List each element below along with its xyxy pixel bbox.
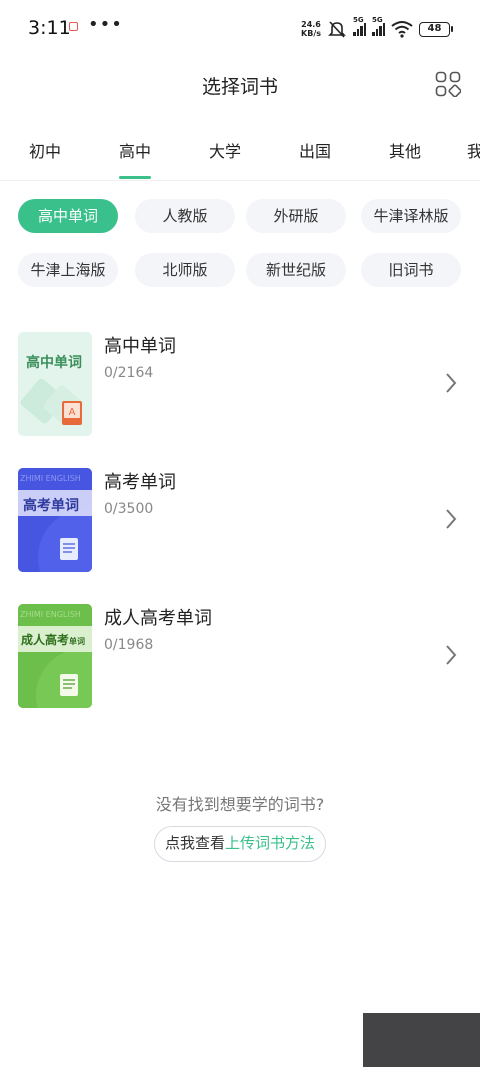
- svg-text:A: A: [69, 407, 76, 418]
- book-name: 高考单词: [104, 472, 176, 493]
- book-progress: 0/2164: [104, 365, 154, 381]
- chevron-right-icon: [446, 645, 457, 665]
- cover-art: A: [20, 378, 83, 425]
- tab-mine[interactable]: 我: [467, 138, 480, 162]
- chip-oxford-yilin-edition[interactable]: 牛津译林版: [361, 199, 461, 233]
- not-found-text: 没有找到想要学的词书?: [155, 795, 325, 814]
- chip-fltrp-edition[interactable]: 外研版: [246, 199, 346, 233]
- screen-overlay: [363, 1013, 480, 1067]
- book-item[interactable]: ZHIMI ENGLISH 高考单词 高考单词 0/3500: [0, 468, 480, 574]
- tab-abroad[interactable]: 出国: [299, 138, 331, 162]
- chip-bnu-edition[interactable]: 北师版: [135, 253, 235, 287]
- book-cover: ZHIMI ENGLISH 高考单词: [18, 468, 92, 572]
- status-time: 3:11: [28, 17, 71, 39]
- chip-pep-edition[interactable]: 人教版: [135, 199, 235, 233]
- upload-prefix: 点我查看: [164, 834, 225, 852]
- sim1-label: 5G: [353, 16, 364, 24]
- book-cover: ZHIMI ENGLISH 成人高考单词: [18, 604, 92, 708]
- cover-watermark: ZHIMI ENGLISH: [20, 474, 81, 483]
- notification-icon: [69, 22, 78, 31]
- book-cover: A 高中单词: [18, 332, 92, 436]
- tab-junior-high[interactable]: 初中: [29, 138, 61, 162]
- chip-old-wordbooks[interactable]: 旧词书: [361, 253, 461, 287]
- book-name: 高中单词: [104, 336, 176, 357]
- book-item[interactable]: A 高中单词 高中单词 0/2164: [0, 332, 480, 438]
- cover-title: 高考单词: [23, 498, 79, 514]
- more-notifications-icon: •••: [88, 14, 123, 35]
- network-speed-value: 24.6: [301, 20, 321, 29]
- upload-method-link[interactable]: 上传词书方法: [225, 834, 315, 852]
- wifi-icon: [391, 21, 413, 38]
- tab-university[interactable]: 大学: [209, 138, 241, 162]
- chip-high-school-words[interactable]: 高中单词: [18, 199, 118, 233]
- category-tabs: 初中 高中 大学 出国 其他 我: [0, 128, 480, 180]
- battery-level: 48: [427, 22, 442, 34]
- book-progress: 0/1968: [104, 637, 154, 653]
- active-tab-indicator: [119, 176, 151, 179]
- mute-icon: [328, 21, 346, 38]
- signal-sim2-icon: 5G: [372, 16, 385, 36]
- network-speed-unit: KB/s: [301, 29, 321, 38]
- sim2-label: 5G: [372, 16, 383, 24]
- divider: [0, 180, 480, 181]
- signal-sim1-icon: 5G: [353, 16, 366, 36]
- book-progress: 0/3500: [104, 501, 154, 517]
- book-item[interactable]: ZHIMI ENGLISH 成人高考单词 成人高考单词 0/1968: [0, 604, 480, 710]
- cover-watermark: ZHIMI ENGLISH: [20, 610, 81, 619]
- cover-art: [18, 604, 92, 708]
- header: 选择词书: [0, 58, 480, 110]
- tab-other[interactable]: 其他: [389, 138, 421, 162]
- upload-method-button[interactable]: 点我查看上传词书方法: [154, 826, 326, 862]
- cover-title-main: 成人高考: [21, 633, 70, 647]
- chevron-right-icon: [446, 509, 457, 529]
- chevron-right-icon: [446, 373, 457, 393]
- status-bar: 3:11 ••• 24.6 KB/s 5G 5G 48: [0, 0, 480, 58]
- network-speed: 24.6 KB/s: [301, 20, 321, 38]
- chip-oxford-shanghai-edition[interactable]: 牛津上海版: [18, 253, 118, 287]
- cover-title: 成人高考单词: [21, 631, 85, 648]
- tab-senior-high[interactable]: 高中: [119, 138, 151, 162]
- cover-art: [18, 468, 92, 572]
- cover-title-small: 单词: [69, 637, 86, 646]
- page-title: 选择词书: [201, 76, 278, 98]
- chip-new-century-edition[interactable]: 新世纪版: [246, 253, 346, 287]
- book-name: 成人高考单词: [104, 608, 212, 629]
- grid-icon[interactable]: [435, 71, 461, 97]
- battery-icon: 48: [419, 21, 453, 37]
- cover-title: 高中单词: [26, 355, 82, 371]
